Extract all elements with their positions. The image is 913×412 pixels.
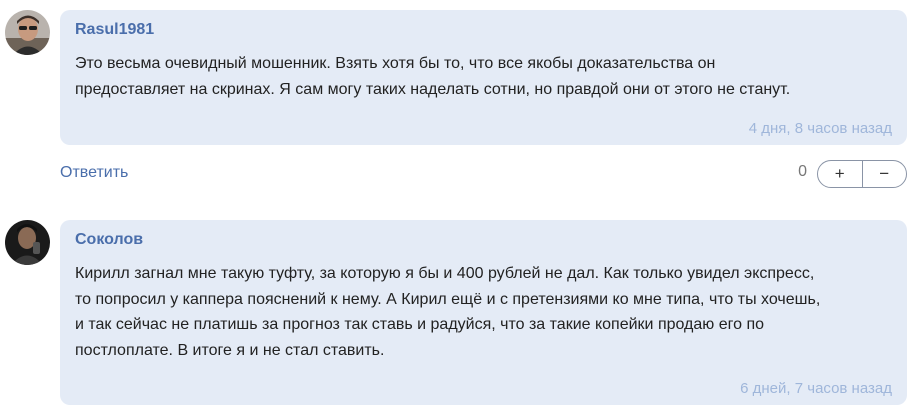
user-photo-icon — [5, 10, 50, 55]
comment-bubble: Соколов Кирилл загнал мне такую туфту, з… — [60, 220, 907, 405]
vote-buttons: + − — [817, 160, 907, 188]
comment-timestamp: 4 дня, 8 часов назад — [748, 120, 892, 137]
avatar[interactable] — [5, 220, 50, 265]
comment-actions: Ответить 0 + − — [60, 160, 907, 190]
comment-text-line: предоставляет на скринах. Я сам могу так… — [75, 80, 791, 98]
user-photo-icon — [5, 220, 50, 265]
avatar[interactable] — [5, 10, 50, 55]
upvote-button[interactable]: + — [818, 161, 862, 187]
vote-score: 0 — [798, 163, 807, 180]
comment-text-line: постлоплате. В итоге я и не стал ставить… — [75, 341, 385, 359]
comment-bubble: Rasul1981 Это весьма очевидный мошенник.… — [60, 10, 907, 145]
downvote-button[interactable]: − — [861, 161, 907, 187]
comment-text-line: и так сейчас не платишь за прогноз так с… — [75, 316, 765, 333]
comment-text: Это весьма очевидный мошенник. Взять хот… — [75, 51, 892, 102]
reply-link[interactable]: Ответить — [60, 164, 128, 182]
comment-text-line: то попросил у каппера пояснений к нему. … — [75, 290, 821, 308]
comment-author[interactable]: Rasul1981 — [75, 20, 892, 40]
comment-text-line: Это весьма очевидный мошенник. Взять хот… — [75, 55, 716, 72]
comment-text-line: Кирилл загнал мне такую туфту, за котору… — [75, 265, 815, 282]
comment-timestamp: 6 дней, 7 часов назад — [740, 380, 892, 397]
comment-text: Кирилл загнал мне такую туфту, за котору… — [75, 261, 892, 363]
comment-author[interactable]: Соколов — [75, 230, 892, 250]
